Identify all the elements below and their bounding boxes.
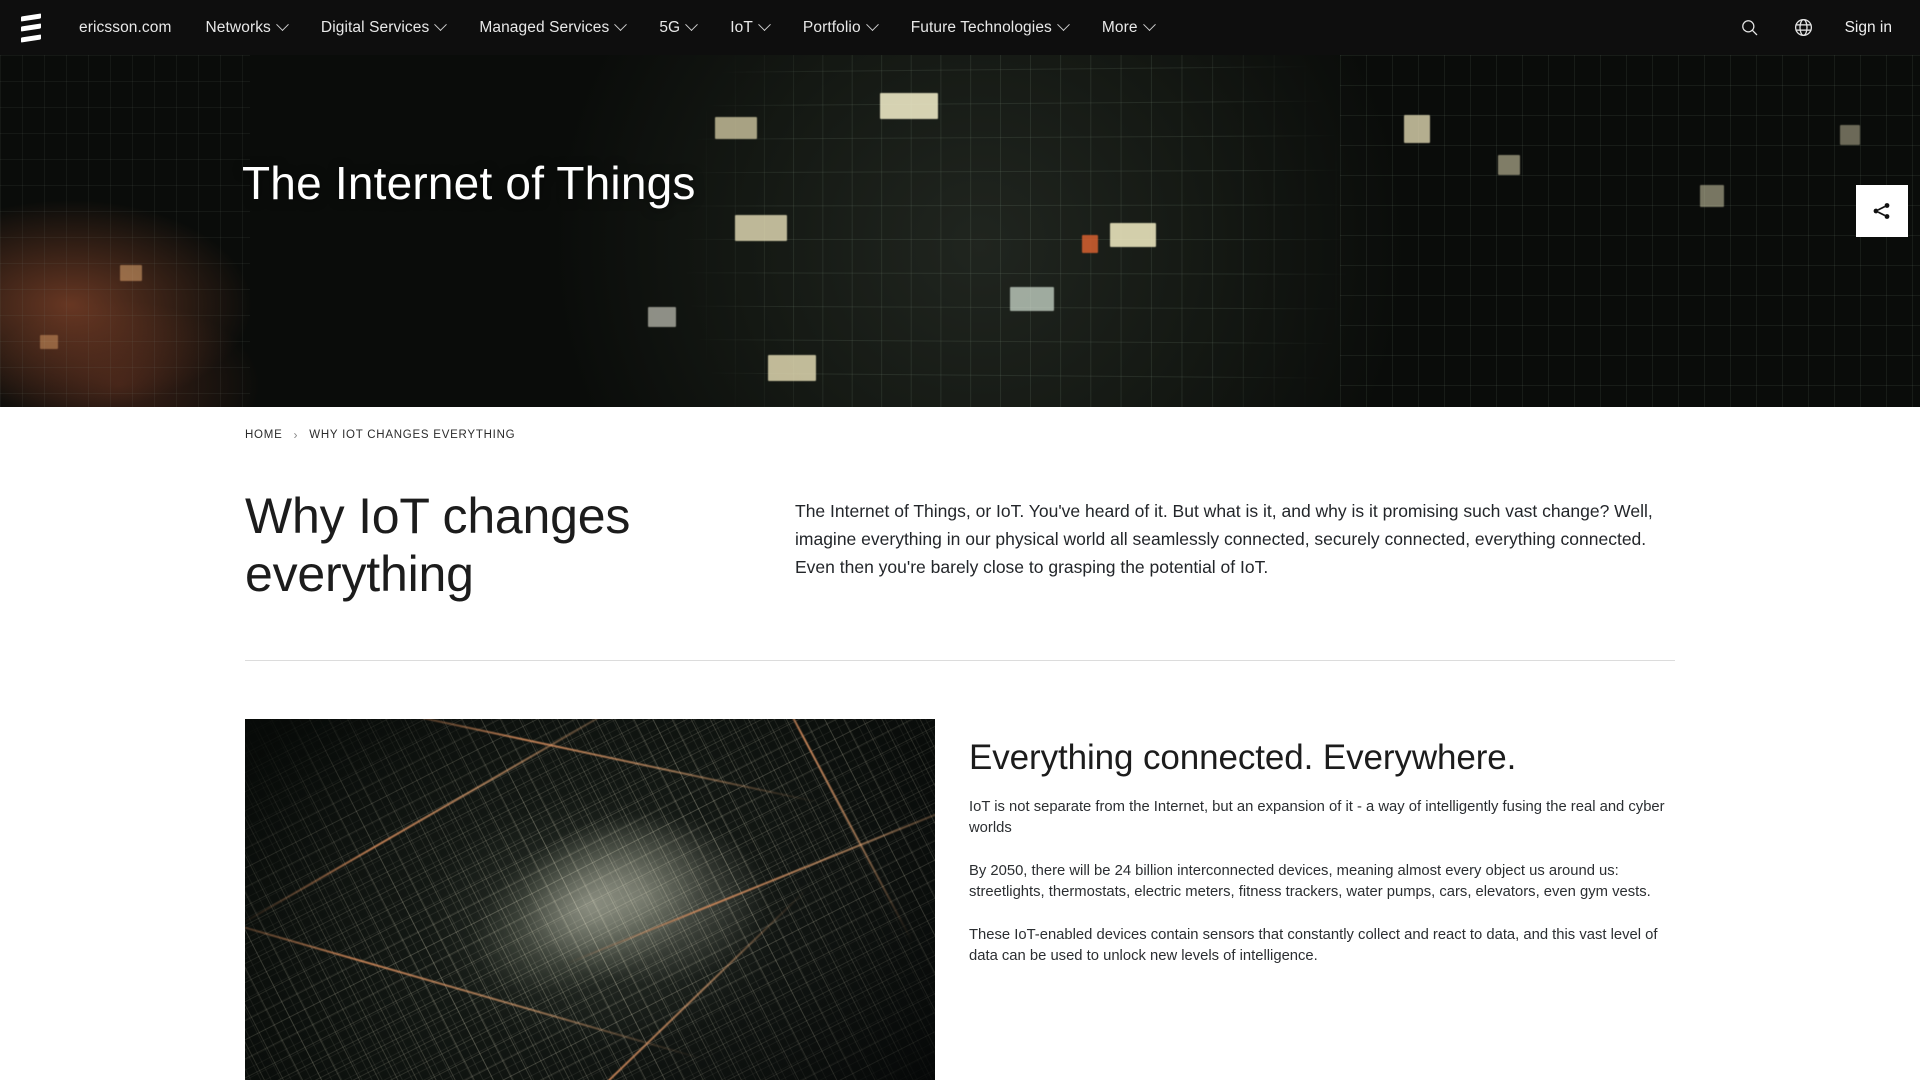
chevron-down-icon bbox=[865, 18, 879, 32]
nav-item-portfolio[interactable]: Portfolio bbox=[786, 0, 894, 55]
breadcrumb-current-page: WHY IOT CHANGES EVERYTHING bbox=[309, 429, 516, 441]
window-light bbox=[768, 355, 816, 381]
main-content: HOME › WHY IOT CHANGES EVERYTHING Why Io… bbox=[0, 407, 1920, 1080]
chevron-down-icon bbox=[1142, 18, 1156, 32]
feature-paragraph-2: By 2050, there will be 24 billion interc… bbox=[969, 863, 1651, 901]
chevron-down-icon bbox=[685, 18, 699, 32]
nav-item-5g[interactable]: 5G bbox=[642, 0, 713, 55]
feature-paragraph-3: These IoT-enabled devices contain sensor… bbox=[969, 927, 1658, 965]
intro-section: Why IoT changes everything The Internet … bbox=[245, 445, 1675, 603]
globe-icon bbox=[1795, 18, 1813, 37]
window-light bbox=[735, 215, 787, 241]
nav-item-ericsson-com[interactable]: ericsson.com bbox=[62, 0, 189, 55]
nav-item-digital-services[interactable]: Digital Services bbox=[304, 0, 462, 55]
nav-item-label: 5G bbox=[659, 18, 681, 36]
primary-nav: ericsson.com Networks Digital Services M… bbox=[62, 0, 1171, 55]
nav-item-future-technologies[interactable]: Future Technologies bbox=[894, 0, 1085, 55]
intro-text-column: The Internet of Things, or IoT. You've h… bbox=[795, 487, 1675, 603]
feature-text-column: Everything connected. Everywhere. IoT is… bbox=[969, 719, 1675, 1080]
window-light bbox=[648, 307, 676, 327]
feature-paragraph-1: IoT is not separate from the Internet, b… bbox=[969, 799, 1665, 837]
language-selector-button[interactable] bbox=[1791, 15, 1817, 41]
window-light bbox=[1840, 125, 1860, 145]
feature-title: Everything connected. Everywhere. bbox=[969, 738, 1517, 777]
window-light bbox=[715, 117, 757, 139]
aerial-city-photo bbox=[245, 719, 935, 1080]
share-icon bbox=[1873, 203, 1890, 219]
share-button[interactable] bbox=[1856, 185, 1908, 237]
page-title: Why IoT changes everything bbox=[245, 488, 631, 602]
chevron-down-icon bbox=[758, 18, 771, 32]
search-button[interactable] bbox=[1737, 15, 1763, 41]
ericsson-logo-button[interactable] bbox=[10, 8, 52, 48]
nav-item-label: More bbox=[1101, 18, 1138, 36]
nav-item-label: Managed Services bbox=[479, 18, 610, 36]
logo-bar-1 bbox=[21, 12, 41, 22]
chevron-down-icon bbox=[434, 18, 448, 32]
nav-item-label: Future Technologies bbox=[910, 18, 1052, 36]
nav-item-managed-services[interactable]: Managed Services bbox=[462, 0, 642, 55]
nav-item-label: Digital Services bbox=[320, 18, 430, 36]
window-light bbox=[40, 335, 58, 349]
logo-bar-3 bbox=[21, 33, 41, 43]
breadcrumb: HOME › WHY IOT CHANGES EVERYTHING bbox=[245, 407, 1675, 445]
chevron-down-icon bbox=[1057, 18, 1070, 32]
ericsson-logo bbox=[21, 12, 41, 43]
feature-image bbox=[245, 719, 935, 1080]
hero-building-right bbox=[1340, 55, 1920, 407]
feature-section: Everything connected. Everywhere. IoT is… bbox=[245, 661, 1675, 1080]
window-light bbox=[1010, 287, 1054, 311]
breadcrumb-separator-icon: › bbox=[293, 428, 299, 442]
breadcrumb-home-link[interactable]: HOME bbox=[245, 429, 283, 441]
window-light bbox=[1082, 235, 1098, 253]
nav-item-iot[interactable]: IoT bbox=[713, 0, 786, 55]
top-navigation-bar: ericsson.com Networks Digital Services M… bbox=[0, 0, 1920, 55]
nav-item-label: Networks bbox=[205, 18, 271, 36]
hero-building-left bbox=[0, 55, 250, 407]
window-light bbox=[1404, 115, 1430, 143]
search-icon bbox=[1742, 20, 1758, 36]
hero-background-image bbox=[0, 55, 1920, 407]
intro-title-column: Why IoT changes everything bbox=[245, 487, 715, 603]
logo-bar-2 bbox=[21, 23, 41, 32]
chevron-down-icon bbox=[614, 18, 628, 32]
window-light bbox=[1110, 223, 1156, 247]
window-light bbox=[880, 93, 938, 119]
window-light bbox=[1498, 155, 1520, 175]
hero-title: The Internet of Things bbox=[242, 157, 696, 209]
window-light bbox=[120, 265, 142, 281]
window-light bbox=[1700, 185, 1724, 207]
nav-item-label: IoT bbox=[730, 18, 753, 36]
intro-paragraph: The Internet of Things, or IoT. You've h… bbox=[795, 501, 1653, 578]
nav-item-label: ericsson.com bbox=[79, 18, 172, 36]
nav-item-more[interactable]: More bbox=[1085, 0, 1171, 55]
sign-in-link[interactable]: Sign in bbox=[1845, 19, 1892, 37]
chevron-down-icon bbox=[276, 18, 289, 32]
nav-item-label: Portfolio bbox=[802, 18, 861, 36]
nav-item-networks[interactable]: Networks bbox=[189, 0, 304, 55]
hero-banner: The Internet of Things bbox=[0, 55, 1920, 407]
nav-utility-group: Sign in bbox=[1737, 15, 1898, 41]
